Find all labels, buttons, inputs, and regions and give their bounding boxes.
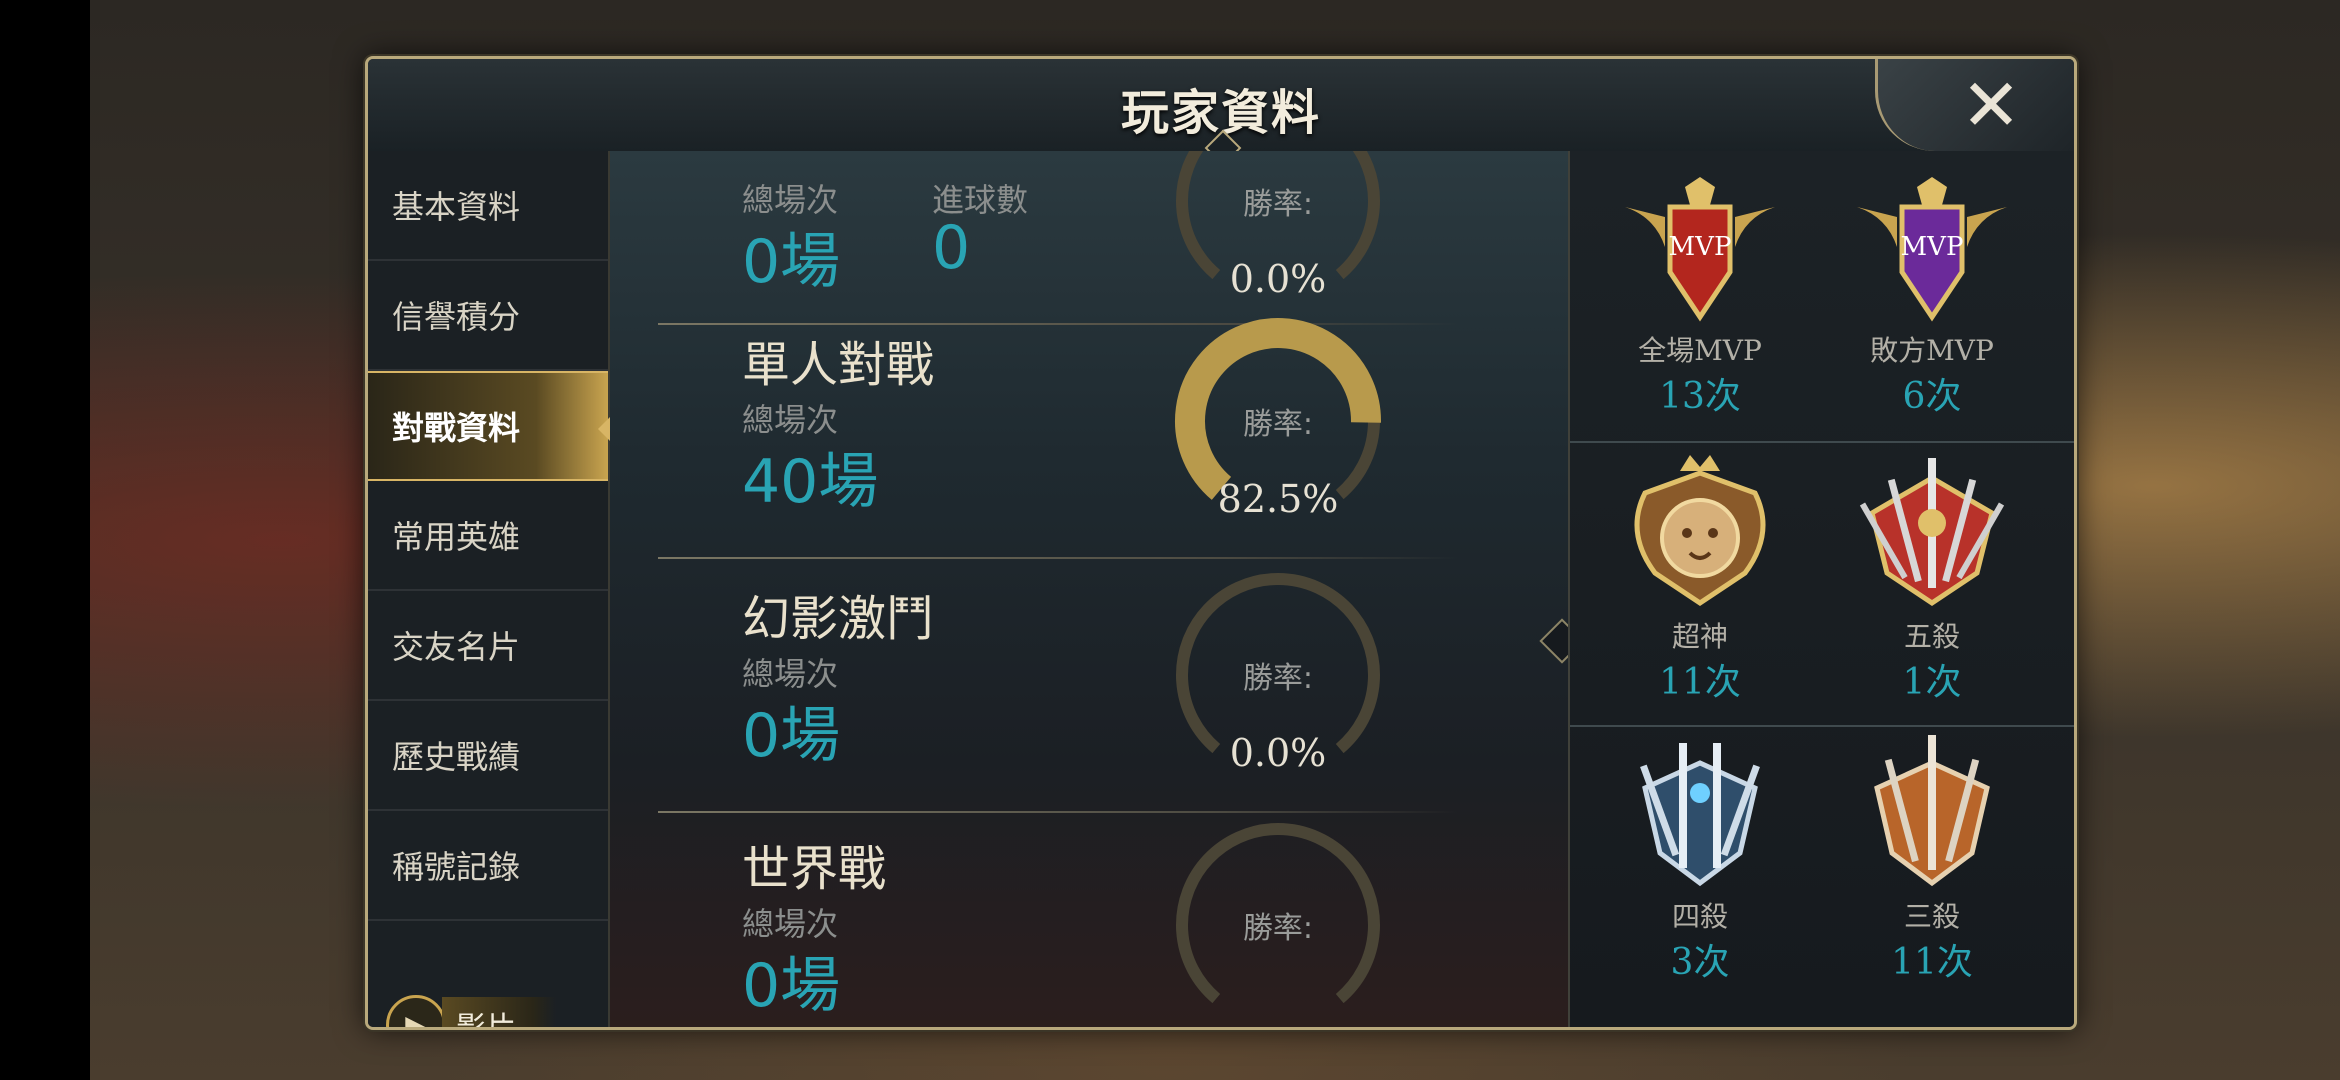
mode-block-solo: 單人對戰 總場次 40場 勝率: 82.5% bbox=[610, 318, 1568, 579]
divider bbox=[658, 811, 1458, 813]
awards-row-mvp: MVP 全場MVP 13次 MVP 敗方MVP 6次 bbox=[1570, 151, 2074, 435]
sidebar-item-label: 歷史戰績 bbox=[392, 738, 521, 776]
sidebar-item-label: 基本資料 bbox=[392, 188, 521, 226]
award-count: 6次 bbox=[1902, 376, 1962, 417]
mode-block-phantom: 幻影激鬥 總場次 0場 勝率: 0.0% bbox=[610, 573, 1568, 833]
mode-winrate-value: 82.5% bbox=[1217, 477, 1339, 521]
award-count: 1次 bbox=[1902, 662, 1962, 703]
video-button[interactable]: ▶ 影片 bbox=[386, 995, 586, 1027]
award-full-mvp[interactable]: MVP 全場MVP 13次 bbox=[1590, 177, 1810, 419]
mode-block-world: 世界戰 總場次 0場 勝率: bbox=[610, 823, 1568, 1027]
mode-total-value: 40場 bbox=[742, 447, 879, 517]
sidebar-item-label: 稱號記錄 bbox=[392, 848, 521, 886]
mode-winrate-label: 勝率: bbox=[1242, 911, 1314, 946]
summary-goals-value: 0 bbox=[932, 213, 971, 283]
screen-edge bbox=[0, 0, 90, 1080]
mode-winrate-label: 勝率: bbox=[1242, 661, 1314, 696]
sidebar-item-title-records[interactable]: 稱號記錄 bbox=[368, 811, 608, 921]
lion-crest-icon bbox=[1634, 455, 1766, 607]
mode-name: 單人對戰 bbox=[742, 337, 935, 393]
summary-winrate-label: 勝率: bbox=[1242, 187, 1314, 222]
close-icon: ✕ bbox=[1960, 63, 2022, 147]
award-name: 敗方MVP bbox=[1870, 334, 1994, 367]
award-badge-text: MVP bbox=[1669, 232, 1732, 262]
mode-total-value: 0場 bbox=[742, 951, 841, 1021]
award-count: 3次 bbox=[1670, 942, 1730, 983]
mvp-purple-badge-icon: MVP bbox=[1857, 177, 2007, 322]
mode-name: 世界戰 bbox=[742, 841, 887, 897]
award-name: 四殺 bbox=[1671, 900, 1728, 933]
sidebar-item-battle-stats[interactable]: 對戰資料 bbox=[368, 371, 610, 481]
awards-row-multikill: 四殺 3次 三殺 11次 bbox=[1570, 725, 2074, 1011]
summary-stats-block: 總場次 0場 進球數 0 勝率: 0.0% bbox=[610, 151, 1568, 325]
award-name: 全場MVP bbox=[1638, 334, 1762, 367]
award-count: 11次 bbox=[1891, 942, 1973, 983]
dialog-header: 玩家資料 ✕ bbox=[368, 59, 2074, 167]
sidebar-item-label: 交友名片 bbox=[392, 628, 521, 666]
video-label: 影片 bbox=[442, 997, 556, 1027]
mode-winrate-value: 0.0% bbox=[1229, 731, 1327, 775]
mode-total-value: 0場 bbox=[742, 701, 841, 771]
sidebar-item-frequent-heroes[interactable]: 常用英雄 bbox=[368, 481, 608, 591]
five-swords-crest-icon bbox=[1859, 458, 2005, 607]
award-count: 13次 bbox=[1659, 376, 1741, 417]
sidebar-item-match-history[interactable]: 歷史戰績 bbox=[368, 701, 608, 811]
four-swords-crest-icon bbox=[1640, 743, 1760, 887]
sidebar-item-basic-info[interactable]: 基本資料 bbox=[368, 151, 608, 261]
play-icon: ▶ bbox=[386, 995, 446, 1027]
award-legendary[interactable]: 超神 11次 bbox=[1590, 453, 1810, 705]
sidebar-item-credit-score[interactable]: 信譽積分 bbox=[368, 261, 608, 371]
summary-winrate-value: 0.0% bbox=[1229, 257, 1327, 301]
award-triple-kill[interactable]: 三殺 11次 bbox=[1822, 733, 2042, 985]
stats-scroll-area[interactable]: 總場次 0場 進球數 0 勝率: 0.0% 單人對戰 總場次 40場 勝率: 8… bbox=[610, 151, 1568, 1027]
sidebar-item-label: 對戰資料 bbox=[392, 409, 521, 447]
sidebar-item-social-card[interactable]: 交友名片 bbox=[368, 591, 608, 701]
award-name: 三殺 bbox=[1903, 900, 1960, 933]
award-count: 11次 bbox=[1659, 662, 1741, 703]
mode-winrate-label: 勝率: bbox=[1242, 407, 1314, 442]
mode-name: 幻影激鬥 bbox=[742, 591, 935, 647]
award-penta-kill[interactable]: 五殺 1次 bbox=[1822, 453, 2042, 705]
sidebar-nav: 基本資料 信譽積分 對戰資料 常用英雄 交友名片 歷史戰績 稱號記錄 ▶ 影片 bbox=[368, 151, 610, 1027]
award-name: 五殺 bbox=[1903, 620, 1960, 653]
awards-panel: MVP 全場MVP 13次 MVP 敗方MVP 6次 超神 11次 五殺 1次 … bbox=[1568, 151, 2074, 1027]
close-button[interactable]: ✕ bbox=[1875, 59, 2074, 151]
divider bbox=[658, 557, 1458, 559]
player-profile-dialog: 玩家資料 ✕ 基本資料 信譽積分 對戰資料 常用英雄 交友名片 歷史戰績 稱號記… bbox=[365, 56, 2077, 1030]
award-name: 超神 bbox=[1671, 620, 1728, 653]
three-swords-crest-icon bbox=[1874, 735, 1990, 887]
award-quadra-kill[interactable]: 四殺 3次 bbox=[1590, 733, 1810, 985]
sidebar-item-label: 常用英雄 bbox=[392, 518, 521, 556]
award-losing-mvp[interactable]: MVP 敗方MVP 6次 bbox=[1822, 177, 2042, 419]
awards-row-streak: 超神 11次 五殺 1次 bbox=[1570, 441, 2074, 727]
summary-total-value: 0場 bbox=[742, 227, 841, 297]
sidebar-item-label: 信譽積分 bbox=[392, 298, 521, 336]
mvp-red-badge-icon: MVP bbox=[1625, 177, 1775, 322]
award-badge-text: MVP bbox=[1901, 232, 1964, 262]
